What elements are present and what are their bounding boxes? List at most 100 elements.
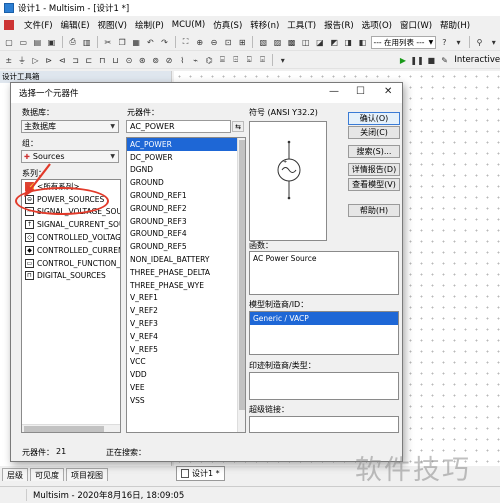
- component-item[interactable]: V_REF4: [127, 330, 245, 343]
- place-misc-icon[interactable]: ⊚: [150, 54, 161, 66]
- tab-hierarchy[interactable]: 层级: [2, 468, 28, 481]
- document-tab[interactable]: 设计1 *: [176, 466, 225, 481]
- component-item[interactable]: GROUND_REF1: [127, 189, 245, 202]
- scrollbar-thumb[interactable]: [24, 426, 104, 432]
- open-folder-icon[interactable]: ▭: [17, 36, 29, 48]
- component-item[interactable]: GROUND_REF5: [127, 240, 245, 253]
- probe-icon[interactable]: ⚲: [474, 36, 486, 48]
- place-electromechanical-icon[interactable]: ⌁: [190, 54, 201, 66]
- place-mcu-icon[interactable]: ⌹: [230, 54, 241, 66]
- menu-help[interactable]: 帮助(H): [436, 19, 474, 31]
- maximize-icon[interactable]: ☐: [356, 86, 365, 97]
- place-advanced-peripheral-icon[interactable]: ⊘: [163, 54, 174, 66]
- design-toolbox-icon[interactable]: ▧: [257, 36, 269, 48]
- fullscreen-icon[interactable]: ⛶: [180, 36, 192, 48]
- series-item-controlled-voltage[interactable]: ◇ CONTROLLED_VOLTAGE: [22, 231, 120, 244]
- toolbar-dropdown-icon[interactable]: ▾: [488, 36, 500, 48]
- component-item[interactable]: V_REF1: [127, 292, 245, 305]
- database-manager-icon[interactable]: ▩: [286, 36, 298, 48]
- new-file-icon[interactable]: ▢: [3, 36, 15, 48]
- component-item[interactable]: GROUND_REF2: [127, 202, 245, 215]
- place-cmos-icon[interactable]: ⊏: [83, 54, 94, 66]
- place-basic-icon[interactable]: ⏚: [16, 54, 27, 66]
- place-source-icon[interactable]: ±: [3, 54, 14, 66]
- component-item[interactable]: VDD: [127, 368, 245, 381]
- menu-edit[interactable]: 编辑(E): [57, 19, 94, 31]
- model-item[interactable]: Generic / VACP: [250, 312, 398, 325]
- hierarchical-block-icon[interactable]: ⌺: [243, 54, 254, 66]
- toolbar-dropdown-icon[interactable]: ▾: [452, 36, 464, 48]
- toolbar-dropdown-icon[interactable]: ▾: [277, 54, 288, 66]
- menu-file[interactable]: 文件(F): [20, 19, 57, 31]
- component-item[interactable]: VCC: [127, 356, 245, 369]
- hyperlink-box[interactable]: [249, 416, 399, 433]
- print-preview-icon[interactable]: ▥: [81, 36, 93, 48]
- menu-tools[interactable]: 工具(T): [283, 19, 320, 31]
- component-item[interactable]: GROUND: [127, 176, 245, 189]
- help-icon[interactable]: ?: [438, 36, 450, 48]
- component-item[interactable]: THREE_PHASE_WYE: [127, 279, 245, 292]
- print-icon[interactable]: ⎙: [67, 36, 79, 48]
- redo-icon[interactable]: ↷: [158, 36, 170, 48]
- series-item-signal-current[interactable]: ↑ SIGNAL_CURRENT_SOU: [22, 218, 120, 231]
- save-icon[interactable]: ▣: [45, 36, 57, 48]
- tab-project-view[interactable]: 项目视图: [66, 468, 108, 481]
- menu-options[interactable]: 选项(O): [358, 19, 396, 31]
- zoom-sheet-icon[interactable]: ⊞: [236, 36, 248, 48]
- component-item[interactable]: V_REF2: [127, 304, 245, 317]
- place-misc-digital-icon[interactable]: ⊓: [97, 54, 108, 66]
- filter-icon[interactable]: ⇆: [232, 121, 244, 132]
- view-model-button[interactable]: 查看模型(V): [348, 178, 400, 191]
- component-wizard-icon[interactable]: ◧: [356, 36, 368, 48]
- document-menu-icon[interactable]: [4, 19, 14, 30]
- menu-simulate[interactable]: 仿真(S): [209, 19, 246, 31]
- menu-view[interactable]: 视图(V): [94, 19, 131, 31]
- database-dropdown[interactable]: 主数据库 ▼: [21, 120, 119, 133]
- open-sample-icon[interactable]: ▤: [31, 36, 43, 48]
- grapher-icon[interactable]: ◫: [300, 36, 312, 48]
- series-horizontal-scrollbar[interactable]: [22, 424, 120, 432]
- place-mixed-icon[interactable]: ⊔: [110, 54, 121, 66]
- menu-window[interactable]: 窗口(W): [396, 19, 436, 31]
- component-item[interactable]: DGND: [127, 164, 245, 177]
- analysis-icon[interactable]: ✎: [439, 54, 450, 66]
- cut-icon[interactable]: ✂: [102, 36, 114, 48]
- place-power-icon[interactable]: ⊛: [137, 54, 148, 66]
- place-transistor-icon[interactable]: ⊳: [43, 54, 54, 66]
- component-item[interactable]: AC_POWER: [127, 138, 245, 151]
- scrollbar-thumb[interactable]: [239, 140, 245, 410]
- erc-icon[interactable]: ◩: [328, 36, 340, 48]
- place-diode-icon[interactable]: ▷: [30, 54, 41, 66]
- component-search-input[interactable]: AC_POWER: [126, 120, 231, 133]
- menu-transfer[interactable]: 转移(n): [246, 19, 283, 31]
- component-item[interactable]: VEE: [127, 381, 245, 394]
- bus-icon[interactable]: ⌻: [257, 54, 268, 66]
- component-item[interactable]: NON_IDEAL_BATTERY: [127, 253, 245, 266]
- place-ni-icon[interactable]: ⌬: [203, 54, 214, 66]
- component-item[interactable]: DC_POWER: [127, 151, 245, 164]
- place-ttl-icon[interactable]: ⊐: [70, 54, 81, 66]
- component-item[interactable]: V_REF3: [127, 317, 245, 330]
- place-connector-icon[interactable]: ⌸: [217, 54, 228, 66]
- place-rf-icon[interactable]: ⌇: [177, 54, 188, 66]
- tab-visibility[interactable]: 可见度: [30, 468, 64, 481]
- close-icon[interactable]: ✕: [384, 86, 392, 97]
- close-button[interactable]: 关闭(C): [348, 126, 400, 139]
- component-item[interactable]: GROUND_REF3: [127, 215, 245, 228]
- detail-report-button[interactable]: 详情报告(D): [348, 163, 400, 176]
- zoom-area-icon[interactable]: ⊡: [222, 36, 234, 48]
- place-analog-icon[interactable]: ⊲: [56, 54, 67, 66]
- menu-place[interactable]: 绘制(P): [131, 19, 168, 31]
- series-item-digital-sources[interactable]: ⊓ DIGITAL_SOURCES: [22, 270, 120, 283]
- zoom-out-icon[interactable]: ⊖: [208, 36, 220, 48]
- menu-reports[interactable]: 报告(R): [320, 19, 358, 31]
- in-use-list-dropdown[interactable]: --- 在用列表 --- ▼: [370, 35, 437, 49]
- pause-simulation-icon[interactable]: ❚❚: [410, 54, 423, 66]
- run-simulation-icon[interactable]: ▶: [397, 54, 408, 66]
- copy-icon[interactable]: ❐: [116, 36, 128, 48]
- footprint-box[interactable]: [249, 372, 399, 400]
- help-button[interactable]: 帮助(H): [348, 204, 400, 217]
- spreadsheet-icon[interactable]: ▨: [271, 36, 283, 48]
- place-indicator-icon[interactable]: ⊙: [123, 54, 134, 66]
- component-item[interactable]: VSS: [127, 394, 245, 407]
